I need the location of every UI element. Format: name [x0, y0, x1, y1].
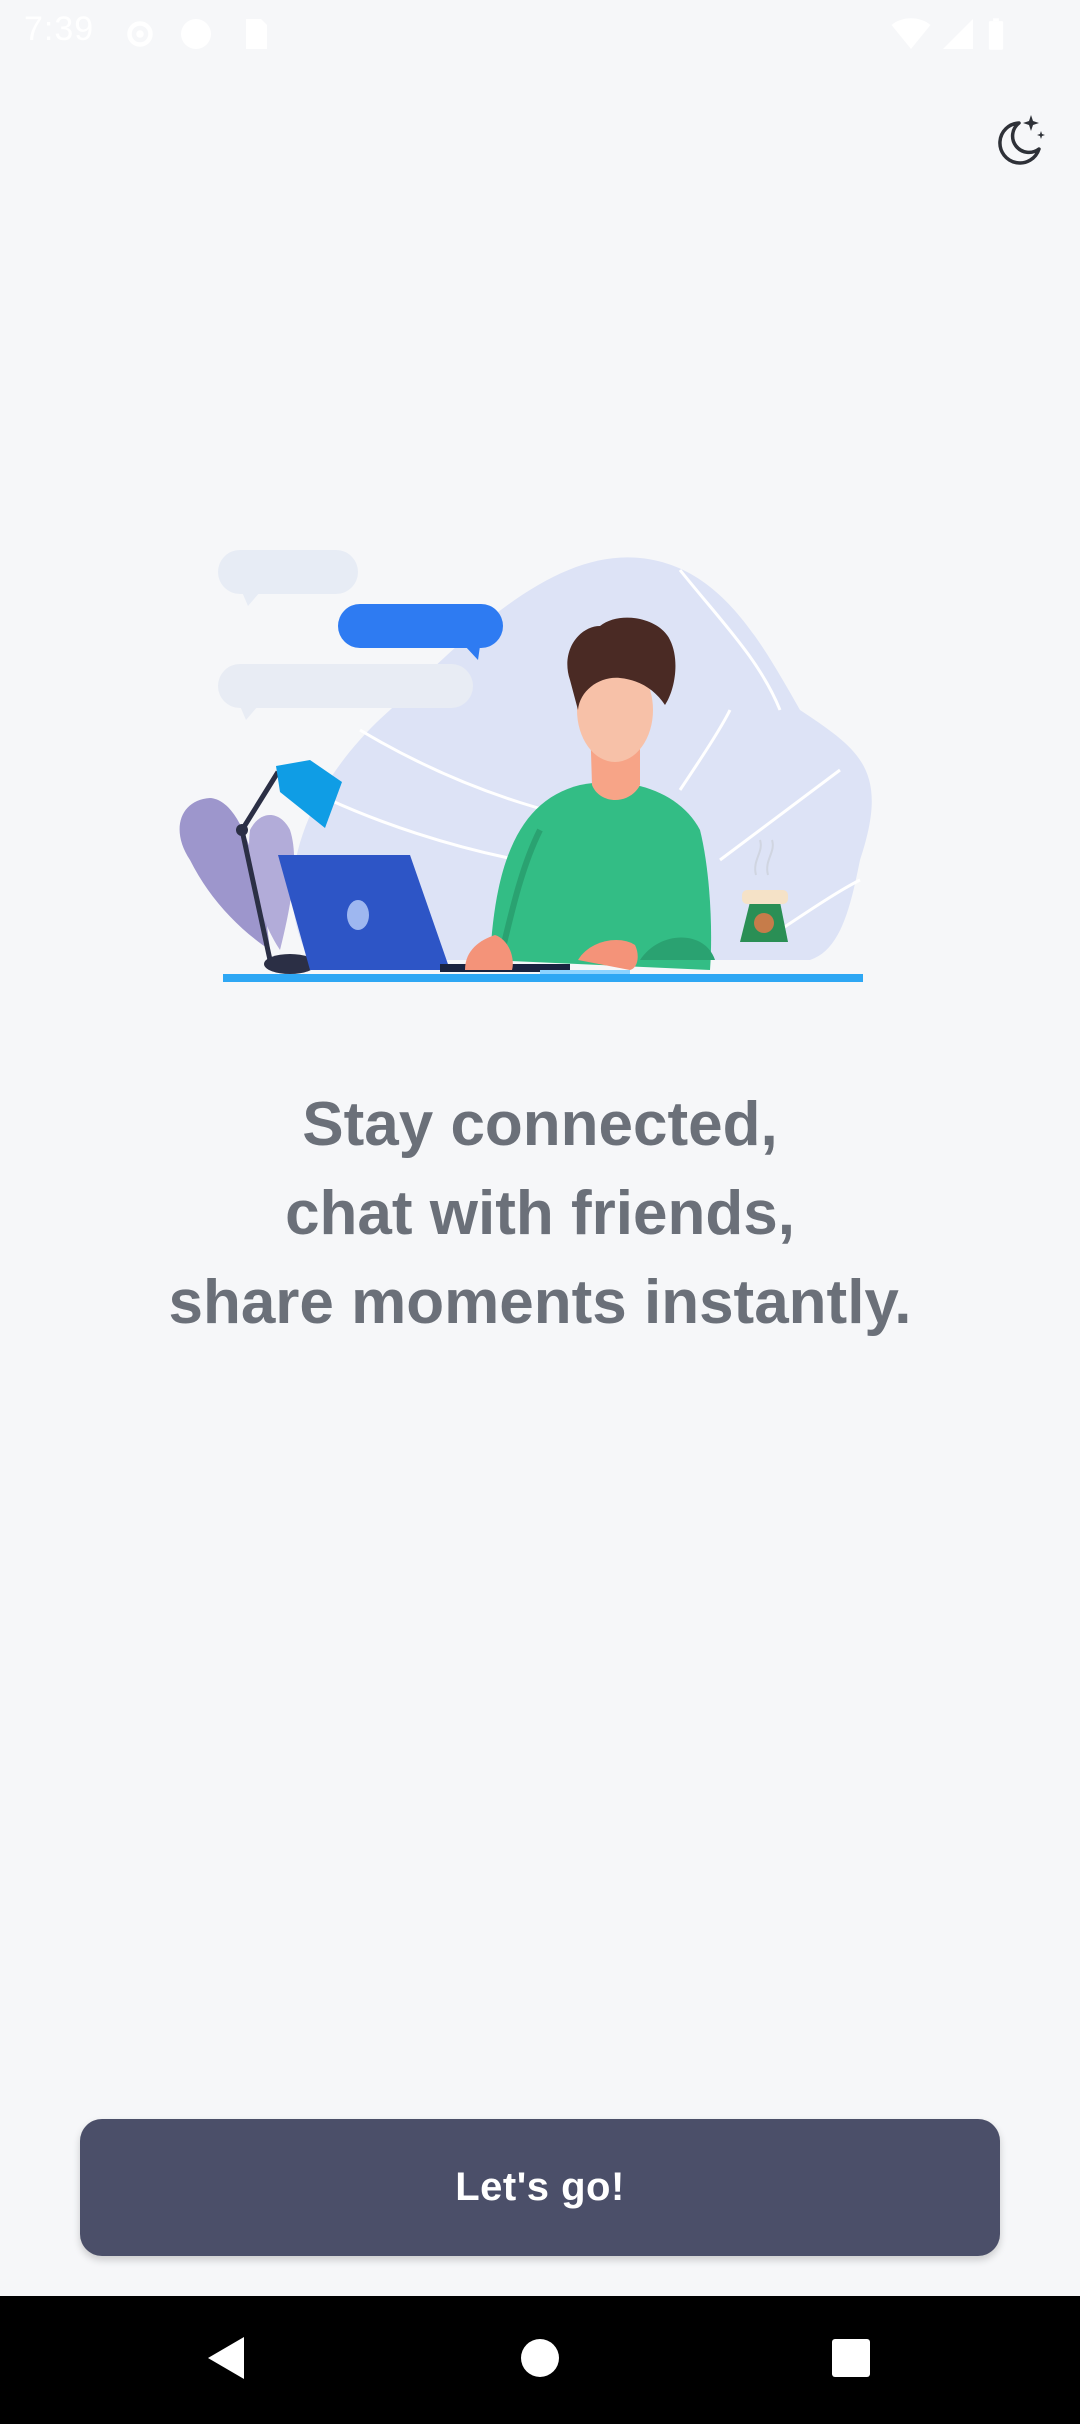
- sd-card-icon: [240, 16, 270, 57]
- alert-circle-icon: [178, 16, 214, 57]
- status-time: 7:39: [24, 10, 95, 48]
- tagline-line-1: Stay connected,: [302, 1090, 778, 1159]
- lets-go-button[interactable]: Let's go!: [80, 2119, 1000, 2256]
- wifi-icon: [890, 16, 932, 57]
- moon-stars-icon: [989, 113, 1047, 176]
- battery-icon: [986, 16, 1006, 57]
- recents-button[interactable]: [811, 2320, 891, 2400]
- tagline: Stay connected, chat with friends, share…: [80, 1080, 1000, 1347]
- tagline-line-3: share moments instantly.: [168, 1268, 912, 1337]
- back-button[interactable]: [185, 2320, 265, 2400]
- theme-toggle-button[interactable]: [978, 104, 1058, 184]
- home-button[interactable]: [500, 2320, 580, 2400]
- back-icon: [202, 2333, 248, 2388]
- tagline-line-2: chat with friends,: [285, 1179, 795, 1248]
- navigation-bar: [0, 2296, 1080, 2424]
- signal-icon: [940, 16, 976, 57]
- person-at-laptop-illustration: [160, 530, 920, 1010]
- gear-icon: [122, 16, 158, 57]
- home-icon: [519, 2337, 561, 2384]
- status-bar: 7:39: [0, 0, 1080, 64]
- recents-icon: [830, 2337, 872, 2384]
